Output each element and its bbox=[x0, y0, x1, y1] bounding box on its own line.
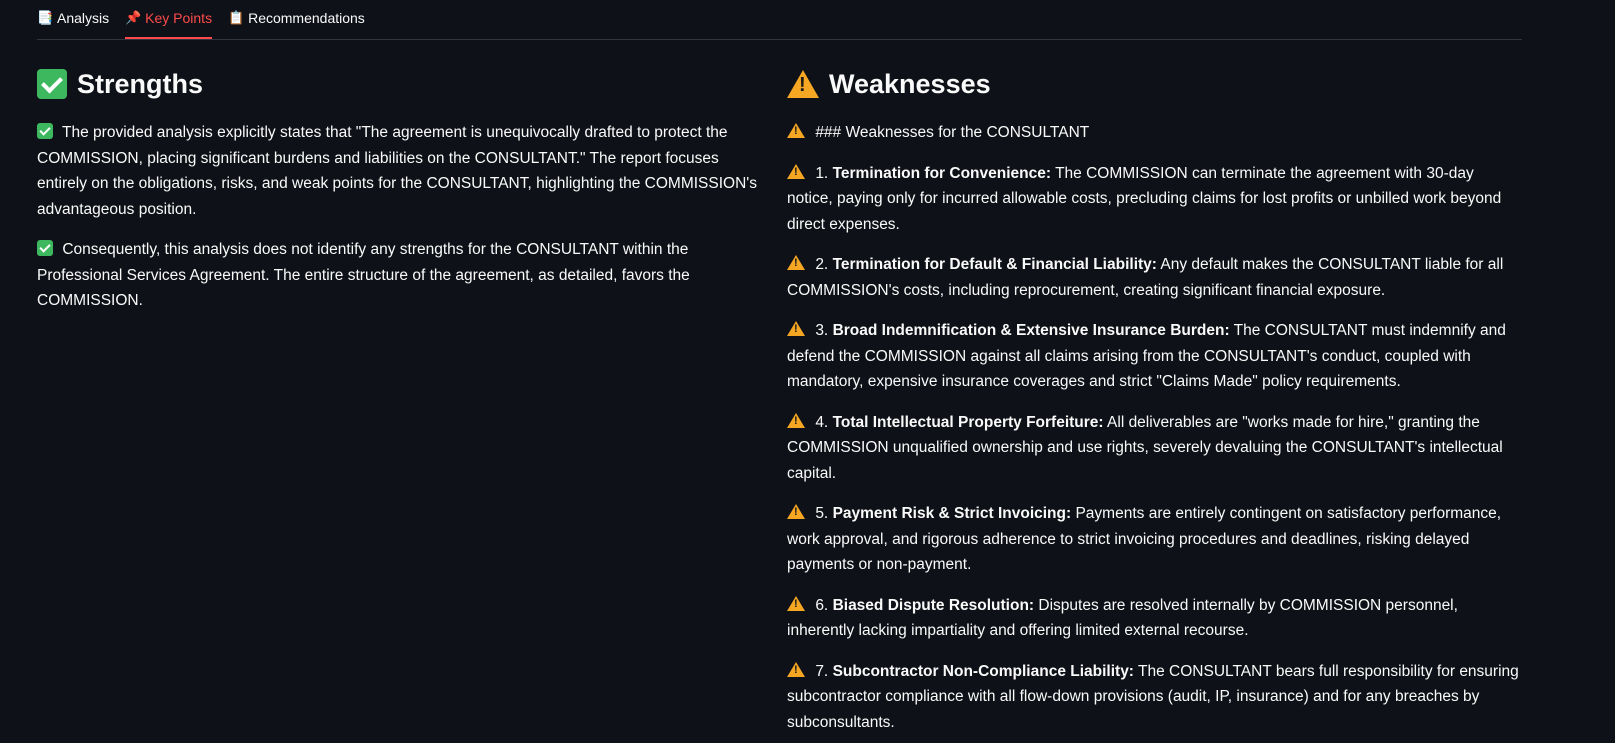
tab-analysis[interactable]: 📑 Analysis bbox=[37, 0, 125, 36]
clipboard-icon: 📋 bbox=[228, 10, 245, 25]
weakness-item: 3. Broad Indemnification & Extensive Ins… bbox=[787, 318, 1522, 395]
document-icon: 📑 bbox=[37, 10, 54, 25]
warning-icon bbox=[787, 661, 805, 677]
strength-item: Consequently, this analysis does not ide… bbox=[37, 237, 757, 314]
strengths-title: Strengths bbox=[77, 69, 204, 99]
tab-label: Recommendations bbox=[248, 10, 365, 26]
weakness-intro: ### Weaknesses for the CONSULTANT bbox=[787, 120, 1522, 146]
weakness-intro-text: ### Weaknesses for the CONSULTANT bbox=[815, 124, 1090, 141]
strength-text: The provided analysis explicitly states … bbox=[37, 124, 758, 218]
weakness-number: 4. bbox=[815, 413, 829, 431]
weakness-title: Termination for Default & Financial Liab… bbox=[832, 256, 1157, 273]
weakness-item: 2. Termination for Default & Financial L… bbox=[787, 252, 1522, 303]
tab-recommendations[interactable]: 📋 Recommendations bbox=[228, 0, 381, 36]
weakness-title: Broad Indemnification & Extensive Insura… bbox=[832, 322, 1230, 339]
weakness-number: 2. bbox=[815, 256, 829, 273]
weaknesses-column: Weaknesses ### Weaknesses for the CONSUL… bbox=[787, 62, 1522, 743]
weakness-title: Payment Risk & Strict Invoicing: bbox=[832, 505, 1072, 522]
warning-icon bbox=[787, 595, 805, 611]
weaknesses-heading: Weaknesses bbox=[787, 62, 1522, 106]
warning-icon bbox=[787, 123, 805, 138]
warning-icon bbox=[787, 163, 805, 179]
pushpin-icon: 📌 bbox=[125, 10, 142, 25]
weakness-title: Termination for Convenience: bbox=[832, 164, 1052, 182]
tab-label: Key Points bbox=[145, 10, 213, 26]
key-points-page: 📑 Analysis 📌 Key Points 📋 Recommendation… bbox=[0, 0, 1615, 743]
check-mark-icon bbox=[37, 123, 53, 139]
warning-icon bbox=[787, 70, 819, 98]
strength-item: The provided analysis explicitly states … bbox=[37, 120, 757, 222]
weakness-item: 5. Payment Risk & Strict Invoicing: Paym… bbox=[787, 501, 1522, 578]
warning-icon bbox=[787, 504, 805, 519]
weakness-number: 7. bbox=[815, 662, 829, 680]
weakness-number: 3. bbox=[815, 322, 829, 339]
check-mark-icon bbox=[37, 240, 53, 256]
weakness-title: Total Intellectual Property Forfeiture: bbox=[832, 413, 1104, 431]
strengths-heading: Strengths bbox=[37, 62, 757, 106]
weakness-number: 1. bbox=[815, 164, 829, 182]
tab-key-points[interactable]: 📌 Key Points bbox=[125, 0, 228, 39]
weaknesses-title: Weaknesses bbox=[829, 69, 991, 99]
weakness-item: 7. Subcontractor Non-Compliance Liabilit… bbox=[787, 659, 1522, 736]
warning-icon bbox=[787, 255, 805, 270]
tab-label: Analysis bbox=[57, 10, 110, 26]
weakness-title: Biased Dispute Resolution: bbox=[832, 596, 1035, 614]
weakness-item: 6. Biased Dispute Resolution: Disputes a… bbox=[787, 593, 1522, 644]
weakness-number: 5. bbox=[815, 505, 829, 522]
weakness-title: Subcontractor Non-Compliance Liability: bbox=[832, 662, 1134, 680]
check-mark-icon bbox=[37, 69, 67, 99]
warning-icon bbox=[787, 321, 805, 336]
weakness-item: 4. Total Intellectual Property Forfeitur… bbox=[787, 410, 1522, 487]
strength-text: Consequently, this analysis does not ide… bbox=[37, 241, 690, 309]
weakness-number: 6. bbox=[815, 596, 829, 614]
warning-icon bbox=[787, 412, 805, 428]
weakness-item: 1. Termination for Convenience: The COMM… bbox=[787, 161, 1522, 238]
strengths-column: Strengths The provided analysis explicit… bbox=[37, 62, 757, 329]
tab-bar: 📑 Analysis 📌 Key Points 📋 Recommendation… bbox=[37, 0, 1522, 40]
